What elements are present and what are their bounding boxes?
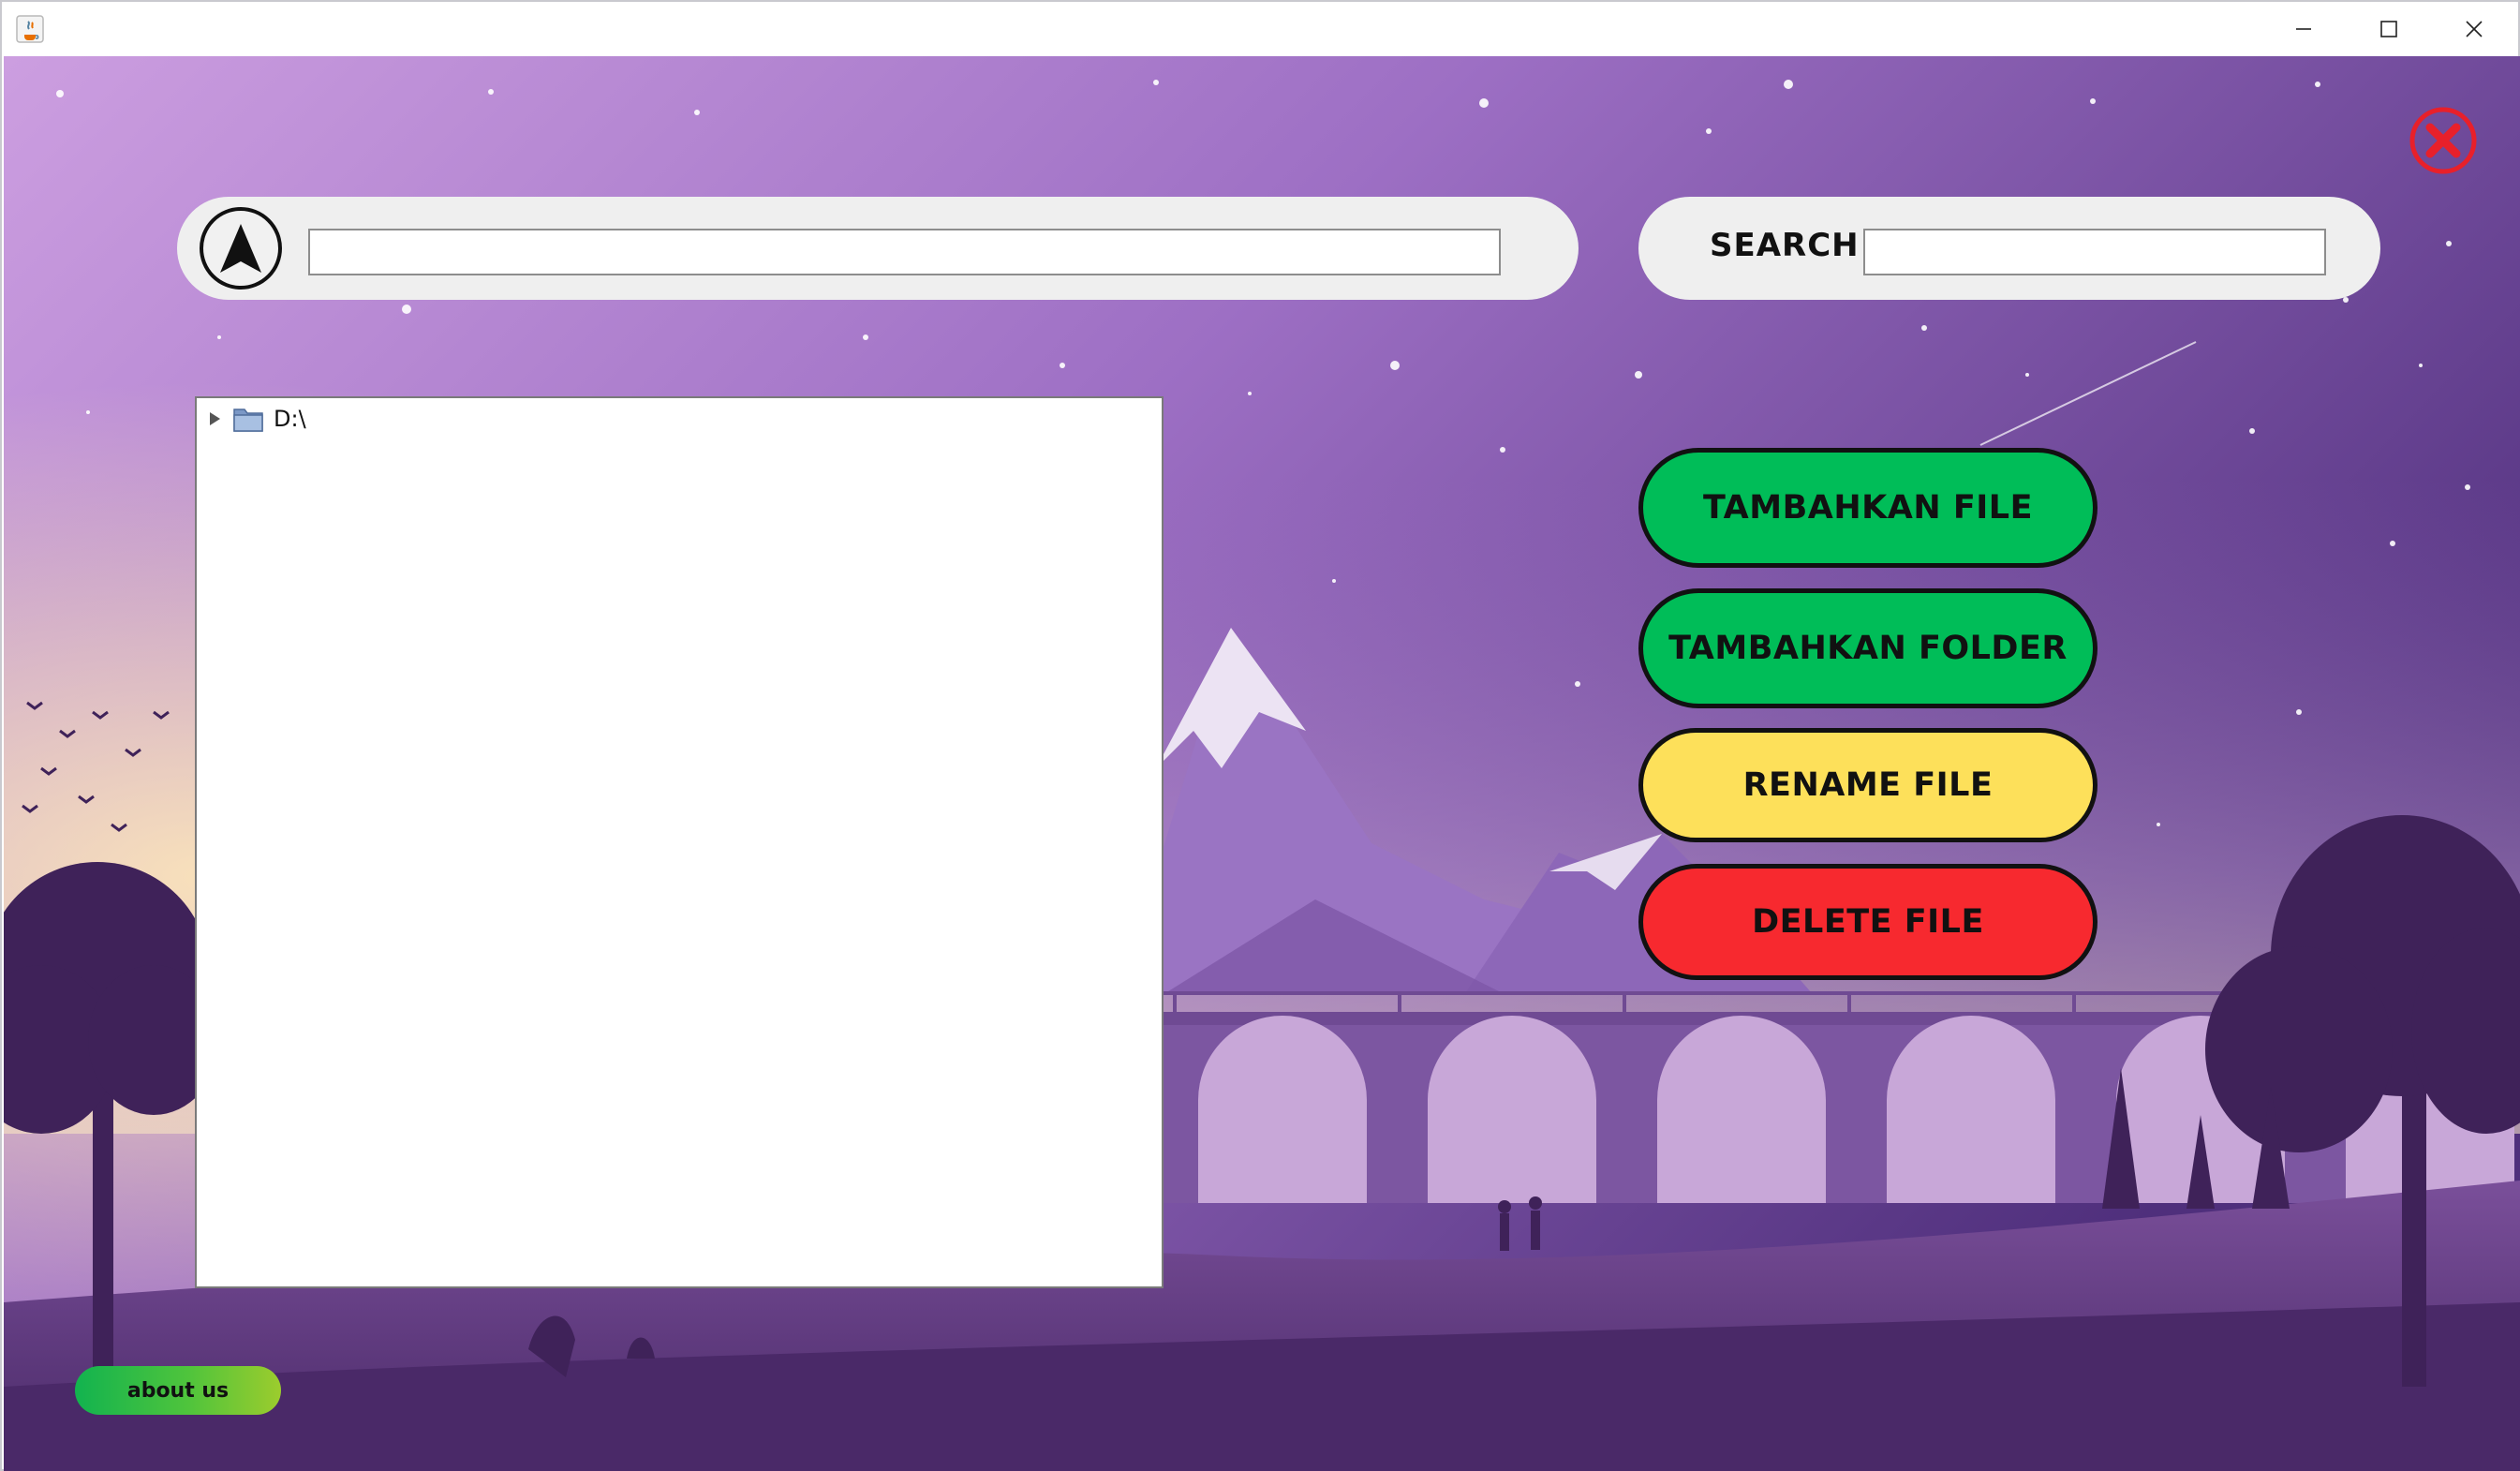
- window-close-button[interactable]: [2432, 2, 2516, 56]
- rename-file-button[interactable]: RENAME FILE: [1638, 728, 2098, 842]
- search-bar: SEARCH: [1638, 197, 2380, 300]
- java-app-icon: [16, 15, 44, 43]
- expand-arrow-icon[interactable]: [206, 410, 223, 427]
- file-tree[interactable]: D:\: [195, 396, 1164, 1288]
- minimize-icon: [2296, 28, 2311, 30]
- about-us-button[interactable]: about us: [75, 1366, 281, 1415]
- add-file-button[interactable]: TAMBAHKAN FILE: [1638, 448, 2098, 568]
- search-input[interactable]: [1863, 229, 2326, 275]
- app-window: SEARCH D:\ TAMBAHKAN FILE TAMBAHKAN FOLD…: [0, 0, 2520, 1471]
- main-panel: SEARCH D:\ TAMBAHKAN FILE TAMBAHKAN FOLD…: [4, 56, 2520, 1471]
- title-bar: [2, 2, 2518, 56]
- add-folder-button[interactable]: TAMBAHKAN FOLDER: [1638, 588, 2098, 708]
- window-minimize-button[interactable]: [2261, 2, 2346, 56]
- delete-file-button[interactable]: DELETE FILE: [1638, 864, 2098, 980]
- path-input[interactable]: [308, 229, 1501, 275]
- exit-icon[interactable]: [2408, 105, 2479, 176]
- navigate-up-icon: [220, 224, 261, 273]
- tree-node-label: D:\: [274, 406, 306, 432]
- close-icon: [2466, 21, 2483, 37]
- window-maximize-button[interactable]: [2347, 2, 2431, 56]
- path-bar: [177, 197, 1579, 300]
- navigate-up-button[interactable]: [200, 207, 282, 290]
- tree-node-drive[interactable]: D:\: [202, 402, 306, 436]
- search-label: SEARCH: [1710, 227, 1860, 264]
- folder-icon: [233, 409, 263, 432]
- maximize-icon: [2380, 21, 2397, 37]
